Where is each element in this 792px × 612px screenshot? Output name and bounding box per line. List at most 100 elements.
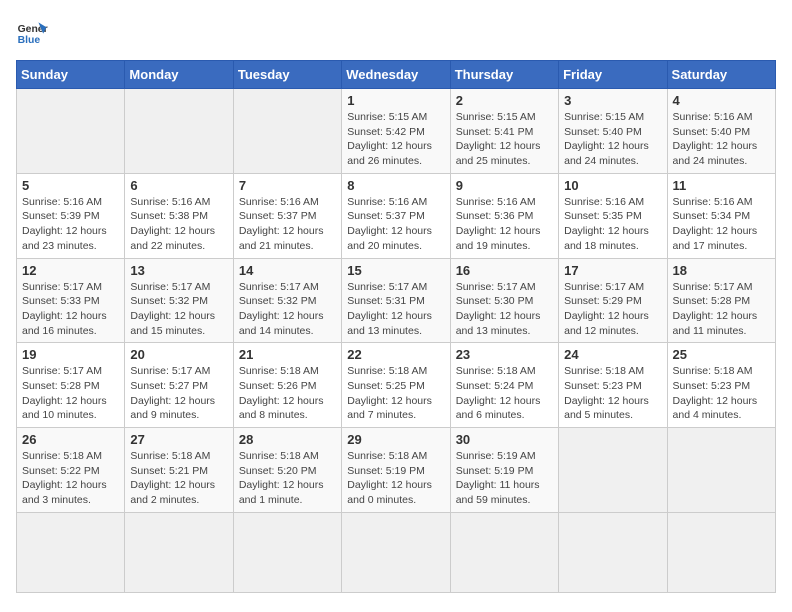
calendar-cell: 2Sunrise: 5:15 AMSunset: 5:41 PMDaylight… [450,89,558,174]
calendar-cell: 5Sunrise: 5:16 AMSunset: 5:39 PMDaylight… [17,173,125,258]
day-info: Sunrise: 5:19 AMSunset: 5:19 PMDaylight:… [456,449,553,508]
day-number: 30 [456,432,553,447]
day-info: Sunrise: 5:18 AMSunset: 5:22 PMDaylight:… [22,449,119,508]
calendar-cell: 22 Sunrise: 5:18 AMSunset: 5:25 PMDayligh… [342,343,450,428]
day-number: 17 [564,263,661,278]
day-info: Sunrise: 5:17 AMSunset: 5:32 PMDaylight:… [130,280,227,339]
calendar-cell: 20 Sunrise: 5:17 AMSunset: 5:27 PMDayligh… [125,343,233,428]
calendar-cell: 27 Sunrise: 5:18 AMSunset: 5:21 PMDayligh… [125,428,233,513]
weekday-saturday: Saturday [667,61,775,89]
day-info: Sunrise: 5:18 AMSunset: 5:25 PMDaylight:… [347,364,444,423]
calendar-cell [233,512,341,592]
day-info: Sunrise: 5:15 AMSunset: 5:40 PMDaylight:… [564,110,661,169]
day-number: 7 [239,178,336,193]
weekday-tuesday: Tuesday [233,61,341,89]
calendar-cell: 17 Sunrise: 5:17 AMSunset: 5:29 PMDayligh… [559,258,667,343]
calendar-cell: 24Sunrise: 5:18 AMSunset: 5:23 PMDayligh… [559,343,667,428]
calendar-cell [559,512,667,592]
day-number: 13 [130,263,227,278]
calendar-cell: 19Sunrise: 5:17 AMSunset: 5:28 PMDayligh… [17,343,125,428]
day-number: 23 [456,347,553,362]
calendar-cell [17,512,125,592]
calendar-cell: 7 Sunrise: 5:16 AMSunset: 5:37 PMDaylight… [233,173,341,258]
calendar-row: 26 Sunrise: 5:18 AMSunset: 5:22 PMDayligh… [17,428,776,513]
weekday-sunday: Sunday [17,61,125,89]
day-number: 10 [564,178,661,193]
day-info: Sunrise: 5:16 AMSunset: 5:34 PMDaylight:… [673,195,770,254]
day-info: Sunrise: 5:17 AMSunset: 5:28 PMDaylight:… [673,280,770,339]
day-number: 5 [22,178,119,193]
day-info: Sunrise: 5:17 AMSunset: 5:30 PMDaylight:… [456,280,553,339]
day-number: 26 [22,432,119,447]
day-info: Sunrise: 5:17 AMSunset: 5:32 PMDaylight:… [239,280,336,339]
day-number: 8 [347,178,444,193]
day-info: Sunrise: 5:18 AMSunset: 5:19 PMDaylight:… [347,449,444,508]
day-info: Sunrise: 5:17 AMSunset: 5:31 PMDaylight:… [347,280,444,339]
calendar-cell: 21Sunrise: 5:18 AMSunset: 5:26 PMDayligh… [233,343,341,428]
day-number: 11 [673,178,770,193]
calendar-cell: 1Sunrise: 5:15 AMSunset: 5:42 PMDaylight… [342,89,450,174]
day-number: 27 [130,432,227,447]
calendar-row: 12 Sunrise: 5:17 AMSunset: 5:33 PMDayligh… [17,258,776,343]
day-info: Sunrise: 5:18 AMSunset: 5:23 PMDaylight:… [673,364,770,423]
svg-text:Blue: Blue [18,35,41,46]
day-number: 12 [22,263,119,278]
weekday-wednesday: Wednesday [342,61,450,89]
calendar-cell [233,89,341,174]
calendar-cell [667,428,775,513]
calendar-row: 1Sunrise: 5:15 AMSunset: 5:42 PMDaylight… [17,89,776,174]
day-number: 18 [673,263,770,278]
calendar-cell: 23 Sunrise: 5:18 AMSunset: 5:24 PMDayligh… [450,343,558,428]
calendar-cell: 6 Sunrise: 5:16 AMSunset: 5:38 PMDaylight… [125,173,233,258]
calendar-cell: 16Sunrise: 5:17 AMSunset: 5:30 PMDayligh… [450,258,558,343]
calendar-cell: 4 Sunrise: 5:16 AMSunset: 5:40 PMDaylight… [667,89,775,174]
weekday-friday: Friday [559,61,667,89]
day-number: 20 [130,347,227,362]
calendar-cell: 8Sunrise: 5:16 AMSunset: 5:37 PMDaylight… [342,173,450,258]
day-number: 29 [347,432,444,447]
calendar-cell: 14 Sunrise: 5:17 AMSunset: 5:32 PMDayligh… [233,258,341,343]
day-info: Sunrise: 5:17 AMSunset: 5:28 PMDaylight:… [22,364,119,423]
calendar-cell [17,89,125,174]
calendar-cell [667,512,775,592]
calendar-cell [342,512,450,592]
day-info: Sunrise: 5:16 AMSunset: 5:37 PMDaylight:… [239,195,336,254]
day-info: Sunrise: 5:18 AMSunset: 5:21 PMDaylight:… [130,449,227,508]
day-number: 14 [239,263,336,278]
day-info: Sunrise: 5:15 AMSunset: 5:42 PMDaylight:… [347,110,444,169]
day-info: Sunrise: 5:18 AMSunset: 5:26 PMDaylight:… [239,364,336,423]
day-info: Sunrise: 5:18 AMSunset: 5:24 PMDaylight:… [456,364,553,423]
calendar-cell [559,428,667,513]
calendar-cell: 28 Sunrise: 5:18 AMSunset: 5:20 PMDayligh… [233,428,341,513]
day-info: Sunrise: 5:16 AMSunset: 5:40 PMDaylight:… [673,110,770,169]
weekday-monday: Monday [125,61,233,89]
day-number: 3 [564,93,661,108]
weekday-thursday: Thursday [450,61,558,89]
day-info: Sunrise: 5:17 AMSunset: 5:29 PMDaylight:… [564,280,661,339]
calendar-cell [450,512,558,592]
day-info: Sunrise: 5:18 AMSunset: 5:23 PMDaylight:… [564,364,661,423]
calendar-cell: 10Sunrise: 5:16 AMSunset: 5:35 PMDayligh… [559,173,667,258]
day-info: Sunrise: 5:17 AMSunset: 5:33 PMDaylight:… [22,280,119,339]
day-info: Sunrise: 5:16 AMSunset: 5:36 PMDaylight:… [456,195,553,254]
day-number: 25 [673,347,770,362]
day-info: Sunrise: 5:15 AMSunset: 5:41 PMDaylight:… [456,110,553,169]
calendar-row: 19Sunrise: 5:17 AMSunset: 5:28 PMDayligh… [17,343,776,428]
day-number: 22 [347,347,444,362]
day-info: Sunrise: 5:17 AMSunset: 5:27 PMDaylight:… [130,364,227,423]
calendar-cell: 15 Sunrise: 5:17 AMSunset: 5:31 PMDayligh… [342,258,450,343]
calendar-cell: 13 Sunrise: 5:17 AMSunset: 5:32 PMDayligh… [125,258,233,343]
day-info: Sunrise: 5:18 AMSunset: 5:20 PMDaylight:… [239,449,336,508]
calendar-cell: 9Sunrise: 5:16 AMSunset: 5:36 PMDaylight… [450,173,558,258]
calendar-cell: 29 Sunrise: 5:18 AMSunset: 5:19 PMDayligh… [342,428,450,513]
logo: General Blue [16,16,48,48]
day-number: 4 [673,93,770,108]
calendar-cell: 11 Sunrise: 5:16 AMSunset: 5:34 PMDayligh… [667,173,775,258]
day-number: 15 [347,263,444,278]
day-number: 28 [239,432,336,447]
day-info: Sunrise: 5:16 AMSunset: 5:38 PMDaylight:… [130,195,227,254]
calendar-table: SundayMondayTuesdayWednesdayThursdayFrid… [16,60,776,593]
page-header: General Blue [16,16,776,48]
day-number: 6 [130,178,227,193]
calendar-cell [125,89,233,174]
